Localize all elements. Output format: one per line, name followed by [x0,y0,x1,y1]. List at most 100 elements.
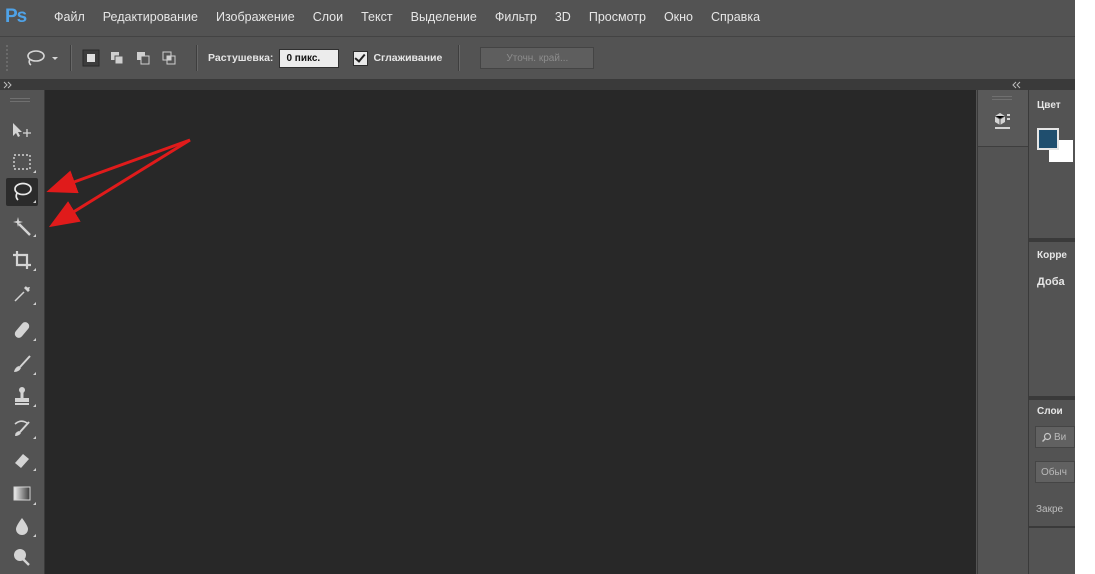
tool-flyout-indicator [33,468,36,471]
dodge-tool[interactable] [6,544,38,572]
adjustments-add-label: Доба [1037,276,1065,288]
chevron-down-icon [52,57,58,60]
crop-tool[interactable] [6,246,38,274]
lock-label: Закре [1036,504,1064,515]
panel-icon-dock [977,90,1029,574]
tool-flyout-indicator [33,170,36,173]
tool-flyout-indicator [33,372,36,375]
options-bar: Растушевка: 0 пикс. Сглаживание Уточн. к… [0,36,1075,80]
panel-divider [1029,396,1075,400]
divider [70,45,72,71]
photoshop-window: Ps Файл Редактирование Изображение Слои … [0,0,1075,574]
healing-brush-tool[interactable] [6,316,38,344]
layers-search-field[interactable]: Ви [1035,426,1075,448]
new-selection-button[interactable] [82,49,100,67]
layers-panel-title[interactable]: Слои [1029,406,1063,417]
drop-icon [16,518,28,535]
color-panel-title[interactable]: Цвет [1029,100,1061,111]
expand-icon[interactable] [3,81,13,89]
lasso-icon [27,50,45,66]
collapse-icon[interactable] [1012,81,1022,89]
divider [458,45,461,71]
tool-flyout-indicator [33,200,36,203]
intersect-selection-icon [162,51,176,65]
options-grip[interactable] [6,45,12,71]
lasso-tool[interactable] [6,178,38,206]
foreground-color-swatch[interactable] [1037,128,1059,150]
clone-stamp-tool[interactable] [6,382,38,410]
menu: Файл Редактирование Изображение Слои Тек… [45,10,769,24]
tool-flyout-indicator [33,234,36,237]
tool-flyout-indicator [33,502,36,505]
document-canvas-area[interactable] [45,90,976,574]
menu-item-view[interactable]: Просмотр [580,10,655,24]
move-icon [13,123,31,137]
dock-grip[interactable] [992,96,1012,100]
menu-item-file[interactable]: Файл [45,10,94,24]
feather-label: Растушевка: [208,52,274,64]
menu-item-3d[interactable]: 3D [546,10,580,24]
menu-item-layers[interactable]: Слои [304,10,352,24]
dock-icon-group [978,90,1028,147]
tool-flyout-indicator [33,404,36,407]
3d-cube-icon[interactable] [991,110,1013,132]
blur-tool[interactable] [6,512,38,540]
tool-flyout-indicator [33,436,36,439]
menu-item-image[interactable]: Изображение [207,10,304,24]
add-selection-icon [111,52,124,65]
add-selection-button[interactable] [108,49,126,67]
menu-item-filter[interactable]: Фильтр [486,10,546,24]
tool-flyout-indicator [33,268,36,271]
eraser-tool[interactable] [6,446,38,474]
panel-collapse-strip [0,80,1075,90]
layers-search-text: Ви [1054,431,1067,443]
antialias-label: Сглаживание [373,52,443,64]
menu-bar: Ps Файл Редактирование Изображение Слои … [0,0,1075,34]
menu-item-edit[interactable]: Редактирование [94,10,207,24]
lasso-icon [14,182,32,201]
tool-flyout-indicator [33,338,36,341]
feather-input[interactable]: 0 пикс. [279,48,340,68]
brush-icon [14,355,31,372]
move-tool[interactable] [6,116,38,144]
marquee-icon [13,154,31,170]
panels-column: Цвет Корре Доба Слои Ви Обыч Закре [1029,90,1075,574]
subtract-selection-button[interactable] [134,49,152,67]
rectangular-marquee-tool[interactable] [6,148,38,176]
toolbar-grip[interactable] [10,98,30,102]
panel-divider [1029,238,1075,242]
menu-item-select[interactable]: Выделение [402,10,486,24]
new-selection-icon [82,49,100,67]
menu-item-window[interactable]: Окно [655,10,702,24]
history-brush-icon [14,420,30,436]
antialias-checkbox[interactable] [353,50,369,66]
gradient-icon [13,486,31,501]
history-brush-tool[interactable] [6,414,38,442]
adjustments-panel-title[interactable]: Корре [1029,250,1067,261]
subtract-selection-icon [137,52,150,65]
magic-wand-tool[interactable] [6,212,38,240]
blend-mode-select[interactable]: Обыч [1035,461,1075,483]
divider [196,45,198,71]
eyedropper-icon [14,286,30,302]
menu-item-type[interactable]: Текст [352,10,401,24]
ps-logo: Ps [5,6,27,27]
brush-tool[interactable] [6,350,38,378]
gradient-tool[interactable] [6,480,38,508]
intersect-selection-button[interactable] [160,49,178,67]
tool-flyout-indicator [33,534,36,537]
tool-preset-picker[interactable] [24,49,60,67]
search-icon [1042,432,1052,442]
eyedropper-tool[interactable] [6,280,38,308]
refine-edge-button[interactable]: Уточн. край... [480,47,595,69]
menu-item-help[interactable]: Справка [702,10,769,24]
magic-wand-icon [13,217,31,236]
eraser-icon [15,454,29,468]
tools-panel [0,90,45,574]
stamp-icon [15,387,29,405]
panel-divider [1029,526,1075,528]
crop-icon [13,251,31,269]
bandage-icon [14,322,30,338]
dodge-icon [14,549,30,566]
tool-flyout-indicator [33,302,36,305]
